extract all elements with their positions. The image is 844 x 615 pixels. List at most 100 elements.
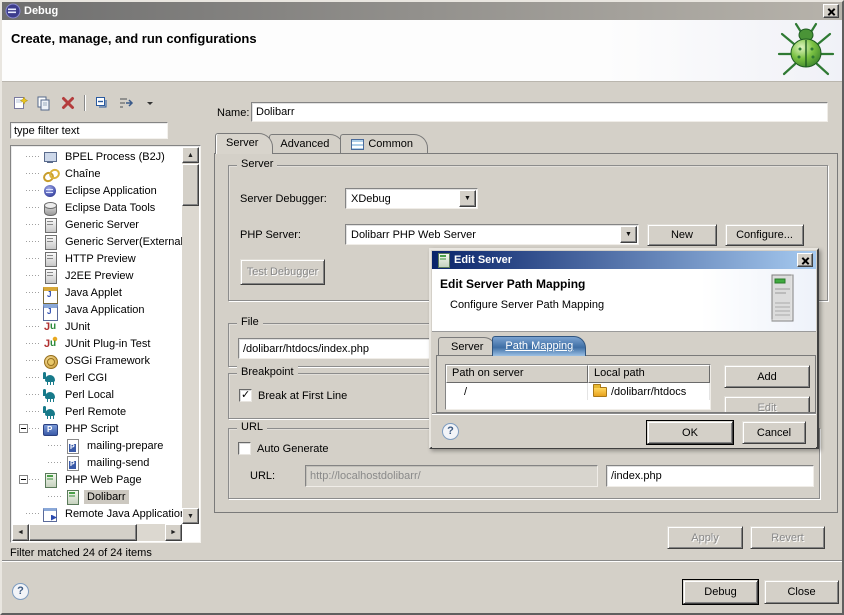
dialog-titlebar: Edit Server <box>432 251 816 269</box>
tree-vertical-scrollbar[interactable]: ▲ ▼ <box>182 147 199 524</box>
tree-item[interactable]: Eclipse Data Tools <box>12 199 182 216</box>
test-debugger-button[interactable]: Test Debugger <box>240 259 325 285</box>
url-path-input[interactable] <box>606 465 814 487</box>
tree-item[interactable]: Perl Local <box>12 386 182 403</box>
revert-button[interactable]: Revert <box>750 526 825 549</box>
dialog-tab-server[interactable]: Server <box>438 337 496 356</box>
tree-item[interactable]: Perl Remote <box>12 403 182 420</box>
configure-button[interactable]: Configure... <box>725 224 804 246</box>
tree-item[interactable]: Eclipse Application <box>12 182 182 199</box>
tree-item[interactable]: Java Applet <box>12 284 182 301</box>
tree-item[interactable]: BPEL Process (B2J) <box>12 148 182 165</box>
tab-advanced[interactable]: Advanced <box>269 134 344 154</box>
tree-item-label: mailing-send <box>84 456 152 470</box>
dialog-tab-path-mapping[interactable]: Path Mapping <box>492 336 586 356</box>
tree-item-label: Generic Server(External La <box>62 235 182 249</box>
vscroll-thumb[interactable] <box>182 164 199 206</box>
dialog-close-button[interactable] <box>797 253 813 267</box>
edit-server-dialog: Edit Server Edit Server Path Mapping Con… <box>429 248 819 449</box>
tree-item[interactable]: JUnit <box>12 318 182 335</box>
column-header[interactable]: Path on server <box>446 365 588 383</box>
java-app-icon <box>42 302 58 318</box>
server-debugger-label: Server Debugger: <box>240 193 327 205</box>
tree-item[interactable]: HTTP Preview <box>12 250 182 267</box>
close-icon <box>827 7 836 16</box>
collapse-toggle-icon[interactable] <box>19 424 28 433</box>
php-file-icon <box>64 438 80 454</box>
tree-item[interactable]: Remote Java Application <box>12 505 182 522</box>
tree-item[interactable]: JUnit Plug-in Test <box>12 335 182 352</box>
tab-server[interactable]: Server <box>215 133 273 154</box>
auto-generate-checkbox[interactable] <box>238 442 251 455</box>
filter-icon[interactable] <box>115 93 137 113</box>
tab-common[interactable]: Common <box>340 134 428 154</box>
break-first-line-checkbox[interactable] <box>239 389 252 402</box>
applet-icon <box>42 285 58 301</box>
tree-item-label: PHP Script <box>62 422 122 436</box>
toolbar-separator <box>84 95 86 111</box>
scroll-right-icon[interactable]: ► <box>165 524 182 541</box>
server-icon <box>42 268 58 284</box>
close-button[interactable]: Close <box>764 580 839 604</box>
tree-item[interactable]: mailing-prepare <box>12 437 182 454</box>
name-label: Name: <box>217 107 249 119</box>
menu-chevron-icon[interactable] <box>139 93 161 113</box>
tree-item[interactable]: PHP Script <box>12 420 182 437</box>
duplicate-icon[interactable] <box>33 93 55 113</box>
chevron-down-icon[interactable]: ▼ <box>459 190 476 207</box>
grid-icon <box>351 139 364 150</box>
new-config-icon[interactable] <box>9 93 31 113</box>
tree-item[interactable]: J2EE Preview <box>12 267 182 284</box>
tree-item[interactable]: OSGi Framework <box>12 352 182 369</box>
server-group-title: Server <box>237 158 277 170</box>
php-server-combo[interactable]: Dolibarr PHP Web Server ▼ <box>345 224 639 245</box>
hscroll-thumb[interactable] <box>29 524 137 541</box>
apply-button[interactable]: Apply <box>667 526 743 549</box>
scroll-left-icon[interactable]: ◄ <box>12 524 29 541</box>
table-row[interactable]: //dolibarr/htdocs <box>446 383 710 400</box>
ok-button[interactable]: OK <box>647 421 733 444</box>
name-input[interactable] <box>251 102 828 122</box>
window-close-button[interactable] <box>823 4 839 18</box>
tree-item[interactable]: Perl CGI <box>12 369 182 386</box>
collapse-all-icon[interactable] <box>91 93 113 113</box>
server-path-cell: / <box>446 383 588 400</box>
help-icon[interactable]: ? <box>12 583 29 600</box>
tree-item[interactable]: Java Application <box>12 301 182 318</box>
break-first-line-label: Break at First Line <box>258 390 347 402</box>
server-debugger-combo[interactable]: XDebug ▼ <box>345 188 478 209</box>
filter-input[interactable] <box>10 122 168 139</box>
cancel-button[interactable]: Cancel <box>742 421 806 444</box>
php-server-label: PHP Server: <box>240 229 301 241</box>
path-mapping-content: Path on serverLocal path //dolibarr/htdo… <box>436 355 816 413</box>
add-button[interactable]: Add <box>724 365 810 388</box>
tree-item[interactable]: Dolibarr <box>12 488 182 505</box>
tree-item-label: Java Application <box>62 303 148 317</box>
edit-button[interactable]: Edit <box>724 396 810 413</box>
tree-item[interactable]: Chaîne <box>12 165 182 182</box>
delete-icon[interactable] <box>57 93 79 113</box>
tree-horizontal-scrollbar[interactable]: ◄ ► <box>12 524 182 541</box>
tree-item[interactable]: Generic Server <box>12 216 182 233</box>
dialog-button-bar: ? OK Cancel <box>432 413 816 448</box>
chevron-down-icon[interactable]: ▼ <box>620 226 637 243</box>
new-server-button[interactable]: New <box>647 224 717 246</box>
tree-item-label: Chaîne <box>62 167 103 181</box>
osgi-icon <box>42 353 58 369</box>
url-label: URL: <box>250 470 275 482</box>
tree-item-label: JUnit <box>62 320 93 334</box>
scroll-up-icon[interactable]: ▲ <box>182 147 199 163</box>
help-icon[interactable]: ? <box>442 423 459 440</box>
tree-item-label: Java Applet <box>62 286 125 300</box>
tree-item[interactable]: Generic Server(External La <box>12 233 182 250</box>
titlebar: Debug <box>2 2 842 20</box>
tree-item-label: J2EE Preview <box>62 269 136 283</box>
scroll-down-icon[interactable]: ▼ <box>182 508 199 524</box>
column-header[interactable]: Local path <box>588 365 710 383</box>
collapse-toggle-icon[interactable] <box>19 475 28 484</box>
tree-item-label: Dolibarr <box>84 490 129 504</box>
junit-icon <box>42 319 58 335</box>
debug-button[interactable]: Debug <box>683 580 758 604</box>
tree-item[interactable]: PHP Web Page <box>12 471 182 488</box>
tree-item[interactable]: mailing-send <box>12 454 182 471</box>
